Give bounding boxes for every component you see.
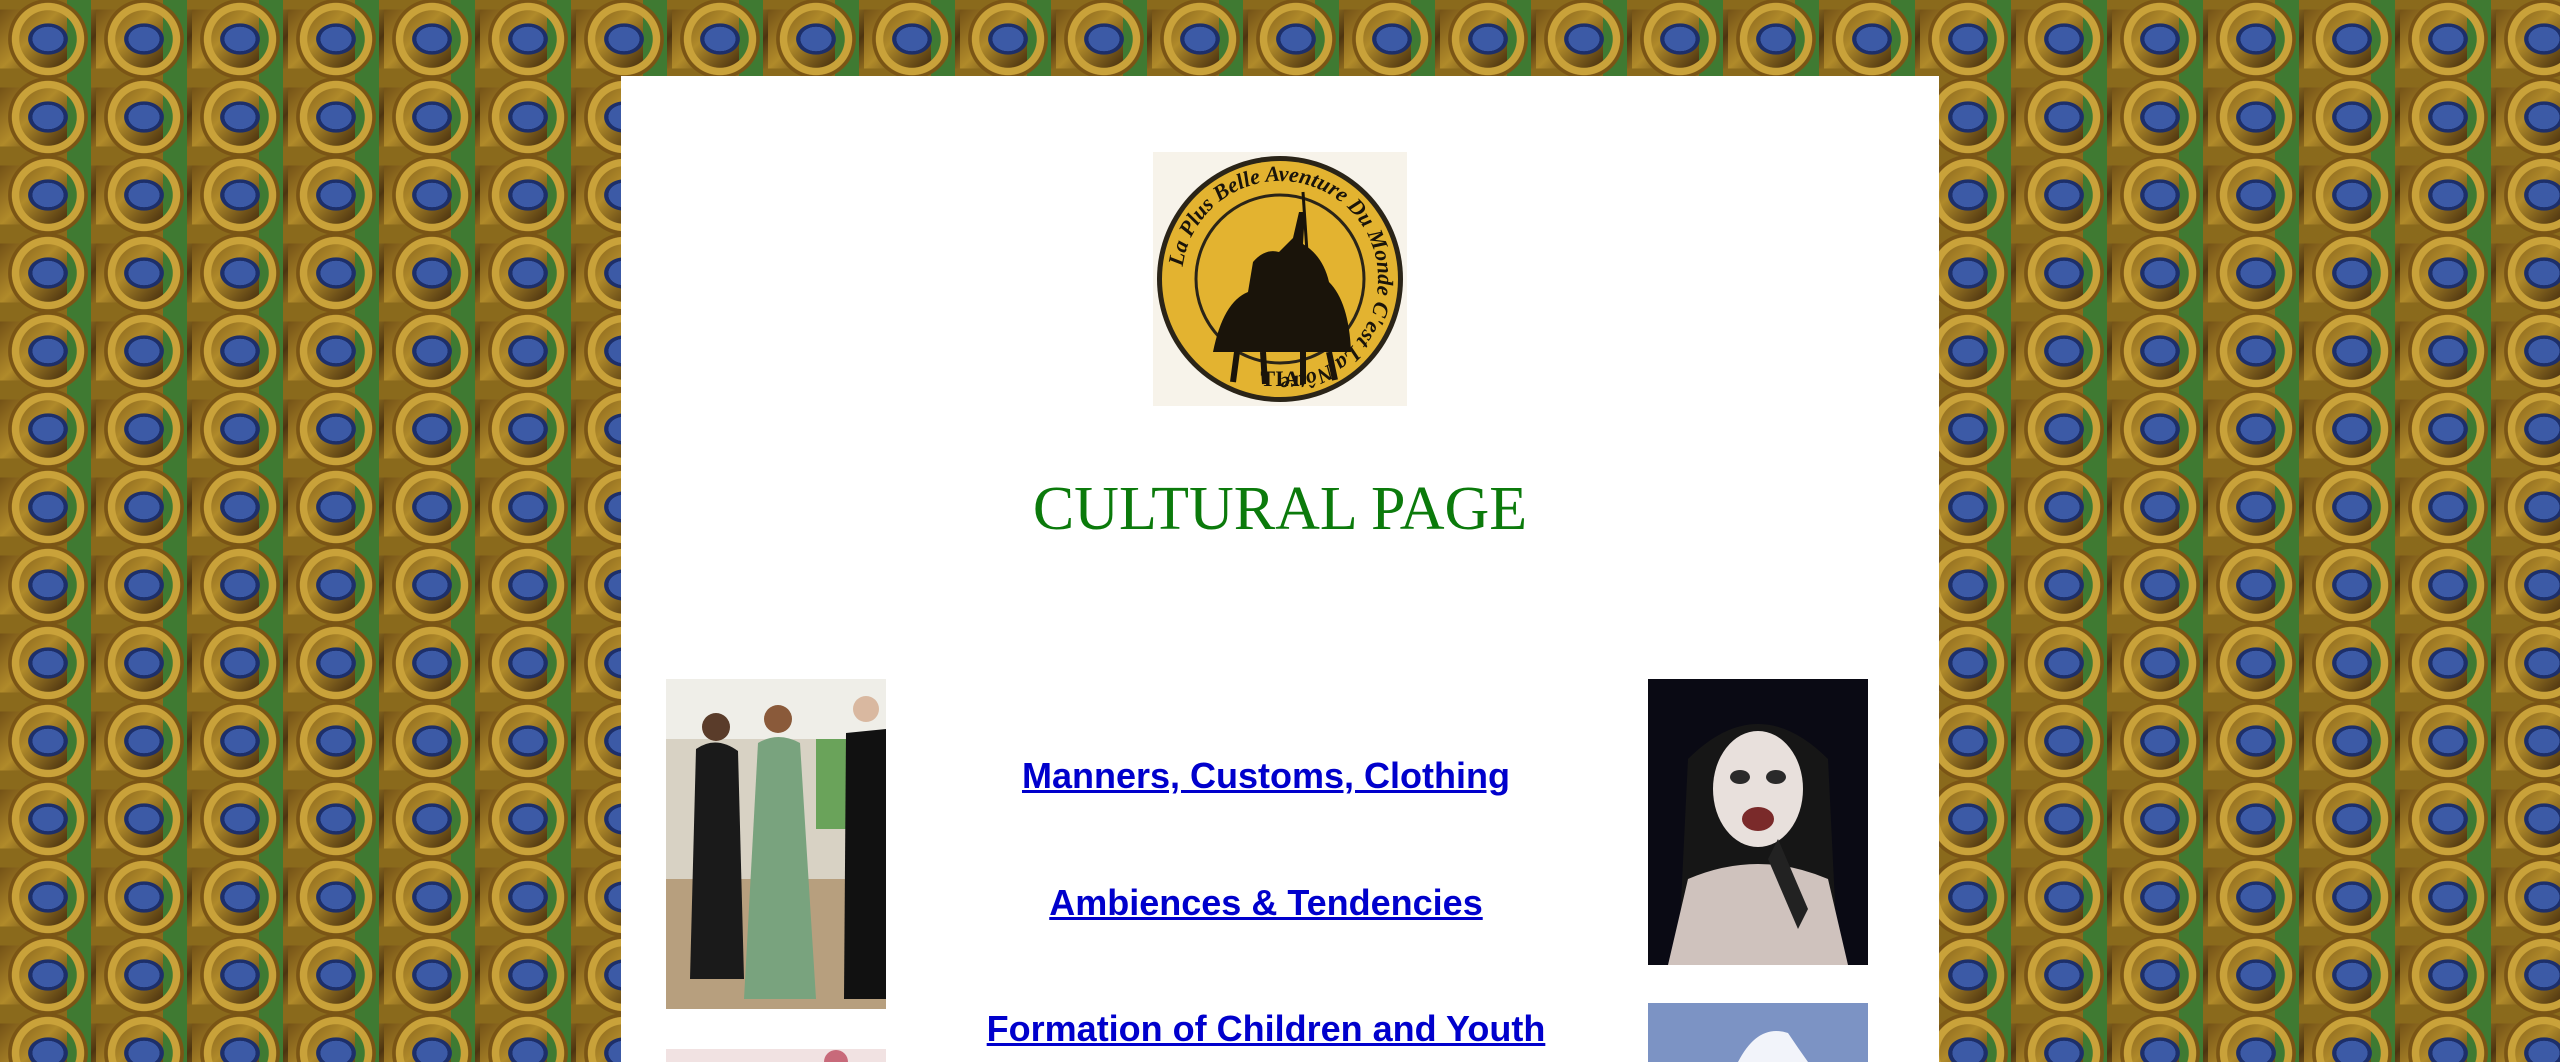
seal-logo: La Plus Belle Aventure Du Monde C'est La… (1153, 152, 1407, 406)
reception-photo (666, 679, 886, 1009)
link-manners-customs-clothing[interactable]: Manners, Customs, Clothing (621, 755, 1911, 797)
page-title: CULTURAL PAGE (1032, 475, 1528, 543)
left-photo-bottom (666, 1049, 886, 1062)
seal-logo-image: La Plus Belle Aventure Du Monde C'est La… (1157, 156, 1403, 402)
seal-bottom-text: TIA (1260, 366, 1299, 391)
content-panel: La Plus Belle Aventure Du Monde C'est La… (621, 76, 1939, 1062)
link-ambiences-tendencies[interactable]: Ambiences & Tendencies (621, 882, 1911, 924)
link-formation-children-youth[interactable]: Formation of Children and Youth (621, 1008, 1911, 1050)
